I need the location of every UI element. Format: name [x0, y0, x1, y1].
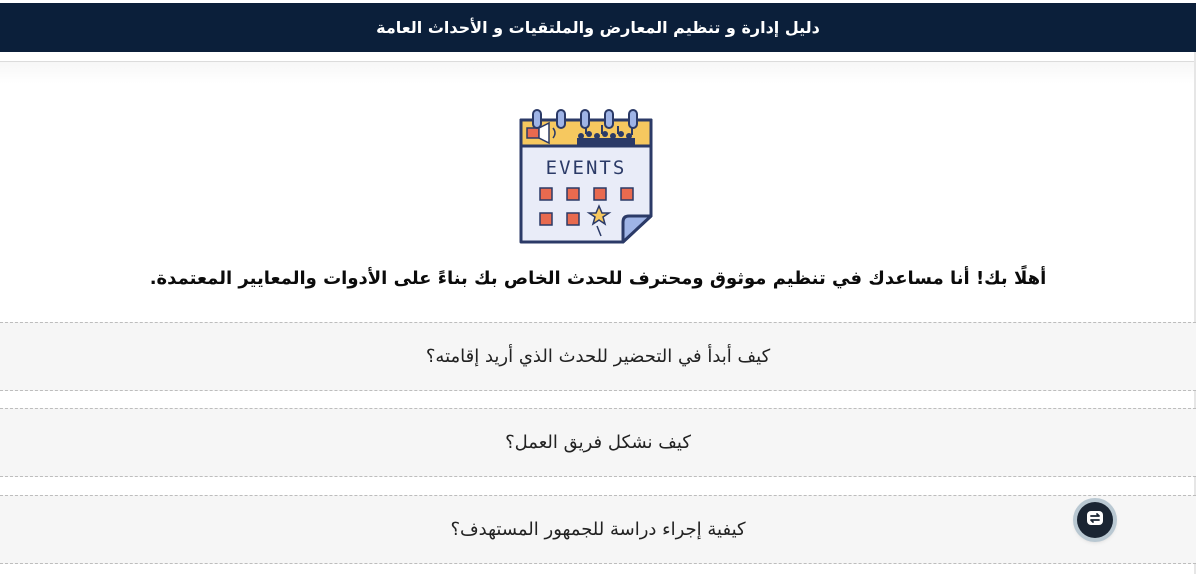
header-shadow-band: [0, 62, 1196, 84]
header-title: دليل إدارة و تنظيم المعارض والملتقيات و …: [376, 18, 820, 37]
welcome-message: أهلًا بك! أنا مساعدك في تنظيم موثوق ومحت…: [149, 268, 1047, 289]
logo-text: EVENTS: [546, 157, 627, 179]
chat-assistant-icon: [1085, 508, 1105, 532]
faq-item-audience-study[interactable]: كيفية إجراء دراسة للجمهور المستهدف؟: [0, 495, 1196, 564]
faq-item-prepare-event[interactable]: كيف أبدأ في التحضير للحدث الذي أريد إقام…: [0, 322, 1196, 391]
page: دليل إدارة و تنظيم المعارض والملتقيات و …: [0, 0, 1196, 574]
events-calendar-icon: EVENTS: [515, 108, 659, 248]
faq-item-form-team[interactable]: كيف نشكل فريق العمل؟: [0, 408, 1196, 477]
top-header-bar: دليل إدارة و تنظيم المعارض والملتقيات و …: [0, 3, 1196, 52]
faq-item-label: كيفية إجراء دراسة للجمهور المستهدف؟: [450, 519, 746, 540]
faq-item-label: كيف نشكل فريق العمل؟: [505, 432, 691, 453]
chat-assistant-button[interactable]: [1077, 502, 1113, 538]
faq-item-label: كيف أبدأ في التحضير للحدث الذي أريد إقام…: [425, 346, 771, 367]
